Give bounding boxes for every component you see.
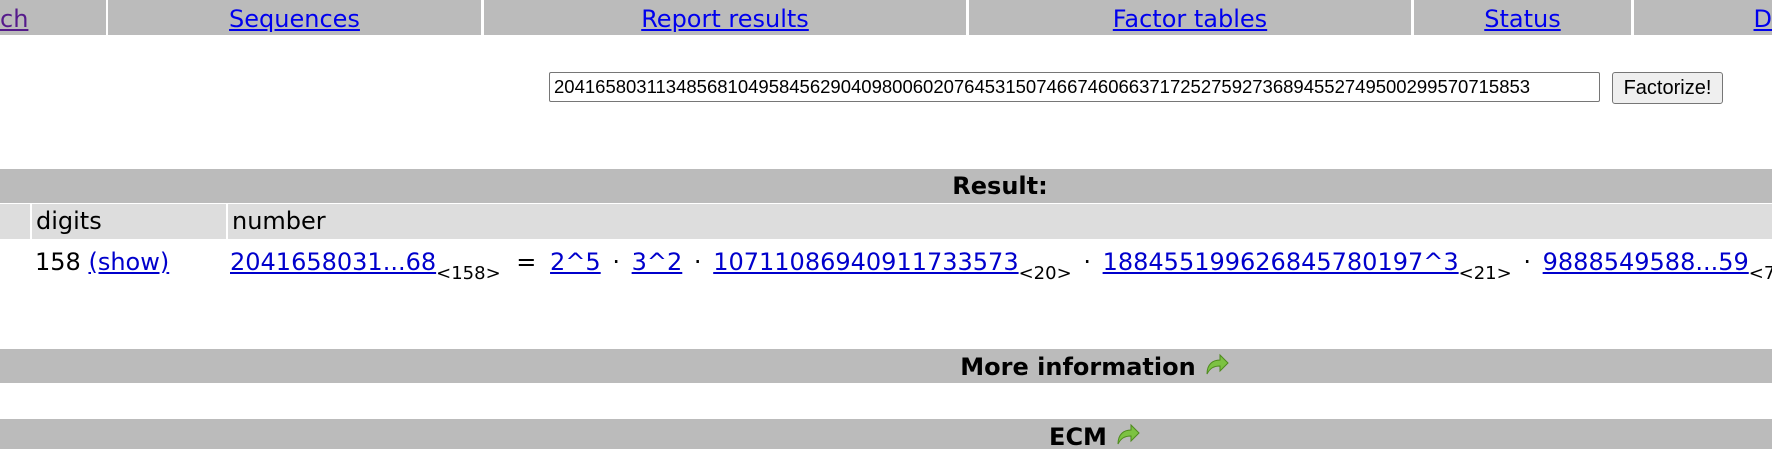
result-heading-band: Result:	[0, 169, 1772, 203]
ecm-label: ECM	[1049, 423, 1107, 449]
factor-separator: ·	[1523, 248, 1531, 276]
result-heading: Result:	[952, 172, 1048, 200]
factor-link[interactable]: 9888549588...59	[1543, 248, 1749, 276]
nav-link-sequences[interactable]: Sequences	[229, 5, 360, 33]
nav-cell-status: Status	[1414, 0, 1631, 35]
more-information-band[interactable]: More information	[0, 349, 1772, 383]
factor-link[interactable]: 188455199626845780197^3	[1103, 248, 1459, 276]
number-cell: 2041658031...68<158> = 2^5 · 3^2 · 10711…	[230, 240, 1772, 296]
result-table-header: digits number	[0, 204, 1772, 239]
factor-link[interactable]: 3^2	[632, 248, 683, 276]
ecm-heading[interactable]: ECM	[1049, 423, 1141, 449]
nav-cell-report-results: Report results	[484, 0, 966, 35]
header-spacer	[0, 204, 30, 239]
top-navigation: ch Sequences Report results Factor table…	[0, 0, 1772, 35]
factor-separator: ·	[612, 248, 620, 276]
number-digit-count: <158>	[436, 263, 501, 284]
equals-sign: =	[516, 248, 537, 276]
nav-link-downloads[interactable]: D	[1754, 5, 1772, 33]
nav-link-status[interactable]: Status	[1484, 5, 1560, 33]
factor-link[interactable]: 2^5	[550, 248, 601, 276]
nav-cell-search: ch	[0, 0, 106, 35]
ecm-band[interactable]: ECM	[0, 419, 1772, 449]
more-information-label: More information	[960, 353, 1196, 381]
digit-count: 158	[35, 248, 81, 276]
nav-link-factor-tables[interactable]: Factor tables	[1113, 5, 1267, 33]
nav-cell-downloads: D	[1634, 0, 1772, 35]
green-curved-arrow-icon	[1206, 353, 1229, 375]
nav-link-report-results[interactable]: Report results	[641, 5, 809, 33]
nav-link-search[interactable]: ch	[0, 5, 28, 33]
nav-cell-factor-tables: Factor tables	[969, 0, 1411, 35]
more-information-heading[interactable]: More information	[960, 353, 1229, 381]
show-full-number-link[interactable]: (show)	[88, 248, 169, 276]
nav-cell-sequences: Sequences	[108, 0, 481, 35]
number-input[interactable]	[549, 72, 1600, 102]
header-digits: digits	[32, 204, 226, 239]
factor-separator: ·	[1083, 248, 1091, 276]
header-number: number	[228, 204, 1772, 239]
number-link[interactable]: 2041658031...68	[230, 248, 436, 276]
factor-digit-count: <75>	[1748, 263, 1772, 284]
green-curved-arrow-icon	[1117, 423, 1140, 445]
factorize-button[interactable]: Factorize!	[1612, 72, 1723, 104]
factor-digit-count: <20>	[1018, 263, 1072, 284]
factor-link[interactable]: 10711086940911733573	[713, 248, 1018, 276]
table-row: 158 (show) 2041658031...68<158> = 2^5 · …	[0, 240, 1772, 285]
factor-separator: ·	[693, 248, 702, 276]
factor-digit-count: <21>	[1458, 263, 1512, 284]
digits-cell: 158 (show)	[35, 240, 169, 284]
